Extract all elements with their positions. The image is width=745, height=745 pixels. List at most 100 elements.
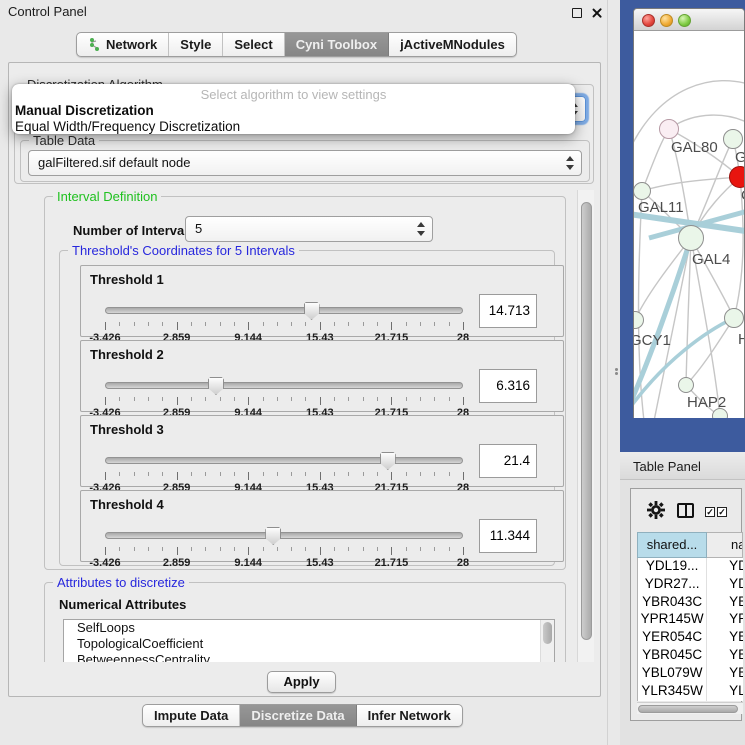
table-row[interactable]: YBR043CYBR0 — [638, 594, 743, 612]
tab-jactivemnodules[interactable]: jActiveMNodules — [389, 33, 516, 56]
table-cell[interactable]: YBR043C — [638, 594, 707, 612]
tab-select[interactable]: Select — [223, 33, 284, 56]
float-panel-icon[interactable] — [572, 8, 582, 18]
dropdown-placeholder-item[interactable]: Select algorithm to view settings — [12, 87, 575, 102]
column-header-name[interactable]: na — [707, 532, 743, 558]
network-window-titlebar[interactable] — [634, 9, 744, 31]
window-zoom-icon[interactable] — [678, 14, 691, 27]
threshold-slider[interactable]: -3.4262.8599.14415.4321.71528 — [105, 525, 463, 563]
panel-divider-grip[interactable] — [613, 367, 619, 377]
mode-tab-impute-data[interactable]: Impute Data — [143, 705, 240, 726]
dropdown-item[interactable]: Manual Discretization — [15, 103, 154, 118]
slider-thumb-icon[interactable] — [380, 452, 396, 470]
table-row[interactable]: YBL079WYBL0 — [638, 665, 743, 683]
settings-vertical-scrollbar[interactable] — [577, 190, 594, 662]
table-cell[interactable]: YIL052C — [638, 700, 707, 701]
table-cell[interactable]: YIL0 — [707, 700, 743, 701]
network-node[interactable] — [678, 377, 694, 393]
table-cell[interactable]: YBR0 — [707, 647, 743, 665]
slider-thumb-icon[interactable] — [208, 377, 224, 395]
mode-tab-discretize-data[interactable]: Discretize Data — [240, 705, 356, 726]
chevron-updown-icon — [416, 221, 426, 237]
tick-mark — [291, 397, 292, 401]
network-canvas[interactable]: GAL80GACGAL11GAL4GCY1HHAP2 — [634, 31, 744, 418]
column-header-shared[interactable]: shared... — [637, 532, 707, 558]
table-cell[interactable]: YDL1 — [707, 558, 743, 576]
table-horizontal-scrollbar[interactable] — [637, 702, 743, 714]
dropdown-item[interactable]: Equal Width/Frequency Discretization — [15, 119, 240, 134]
checkbox-icon[interactable]: ✓ — [717, 507, 727, 517]
table-row[interactable]: YPR145WYPR1 — [638, 611, 743, 629]
threshold-slider[interactable]: -3.4262.8599.14415.4321.71528 — [105, 300, 463, 338]
scale-label: 9.144 — [234, 557, 262, 569]
slider-thumb-icon[interactable] — [304, 302, 320, 320]
threshold-value-field[interactable]: 11.344 — [479, 519, 537, 553]
table-row[interactable]: YDL19...YDL1 — [638, 558, 743, 576]
numerical-attributes-list[interactable]: SelfLoopsTopologicalCoefficientBetweenne… — [63, 619, 555, 662]
selected-node[interactable] — [729, 166, 744, 188]
threshold-slider[interactable]: -3.4262.8599.14415.4321.71528 — [105, 450, 463, 488]
threshold-value-field[interactable]: 21.4 — [479, 444, 537, 478]
network-node[interactable] — [678, 225, 704, 251]
table-row[interactable]: YER054CYER0 — [638, 629, 743, 647]
panel-divider[interactable] — [607, 0, 608, 745]
apply-button[interactable]: Apply — [267, 671, 336, 693]
table-cell[interactable]: YBL0 — [707, 665, 743, 683]
table-cell[interactable]: YPR145W — [638, 611, 707, 629]
table-row[interactable]: YLR345WYLR3 — [638, 683, 743, 701]
table-cell[interactable]: YDR27... — [638, 576, 707, 594]
tick-mark — [234, 397, 235, 401]
slider-track[interactable] — [105, 457, 463, 464]
table-row[interactable]: YIL052CYIL0 — [638, 700, 743, 701]
table-cell[interactable]: YER0 — [707, 629, 743, 647]
table-cell[interactable]: YLR3 — [707, 683, 743, 701]
mode-tab-infer-network[interactable]: Infer Network — [357, 705, 462, 726]
table-cell[interactable]: YBR0 — [707, 594, 743, 612]
tab-network[interactable]: Network — [77, 33, 169, 56]
number-of-intervals-combobox[interactable]: 5 — [185, 216, 433, 242]
settings-scrollbar-thumb[interactable] — [581, 202, 592, 640]
window-close-icon[interactable] — [642, 14, 655, 27]
table-cell[interactable]: YBL079W — [638, 665, 707, 683]
threshold-slider[interactable]: -3.4262.8599.14415.4321.71528 — [105, 375, 463, 413]
table-cell[interactable]: YDL19... — [638, 558, 707, 576]
network-node[interactable] — [723, 129, 743, 149]
close-panel-icon[interactable] — [591, 7, 603, 19]
slider-track[interactable] — [105, 307, 463, 314]
threshold-value-field[interactable]: 6.316 — [479, 369, 537, 403]
table-row[interactable]: YBR045CYBR0 — [638, 647, 743, 665]
window-minimize-icon[interactable] — [660, 14, 673, 27]
threshold-value-field[interactable]: 14.713 — [479, 294, 537, 328]
network-node[interactable] — [724, 308, 744, 328]
tick-mark — [463, 547, 464, 555]
slider-thumb-icon[interactable] — [265, 527, 281, 545]
gear-icon[interactable] — [647, 501, 665, 519]
tick-mark — [263, 322, 264, 326]
tick-mark — [463, 472, 464, 480]
table-cell[interactable]: YPR1 — [707, 611, 743, 629]
tab-cyni-toolbox[interactable]: Cyni Toolbox — [285, 33, 389, 56]
table-hscrollbar-thumb[interactable] — [638, 705, 738, 713]
tick-mark — [377, 472, 378, 476]
table-row[interactable]: YDR27...YDR2 — [638, 576, 743, 594]
attribute-list-item[interactable]: BetweennessCentrality — [64, 652, 554, 662]
tick-mark — [320, 547, 321, 555]
tab-label: Select — [234, 37, 272, 52]
table-cell[interactable]: YLR345W — [638, 683, 707, 701]
table-cell[interactable]: YDR2 — [707, 576, 743, 594]
split-columns-icon[interactable] — [677, 503, 694, 518]
slider-track[interactable] — [105, 382, 463, 389]
network-view-window[interactable]: GAL80GACGAL11GAL4GCY1HHAP2 — [633, 8, 745, 418]
tick-mark — [191, 472, 192, 476]
attributes-scrollbar[interactable] — [540, 620, 554, 662]
attribute-list-item[interactable]: SelfLoops — [64, 620, 554, 636]
table-data-combobox[interactable]: galFiltered.sif default node — [28, 150, 582, 176]
tab-style[interactable]: Style — [169, 33, 223, 56]
table-cell[interactable]: YBR045C — [638, 647, 707, 665]
attributes-scrollbar-thumb[interactable] — [543, 622, 552, 644]
attribute-list-item[interactable]: TopologicalCoefficient — [64, 636, 554, 652]
network-node[interactable] — [659, 119, 679, 139]
slider-track[interactable] — [105, 532, 463, 539]
checkbox-icon[interactable]: ✓ — [705, 507, 715, 517]
table-cell[interactable]: YER054C — [638, 629, 707, 647]
